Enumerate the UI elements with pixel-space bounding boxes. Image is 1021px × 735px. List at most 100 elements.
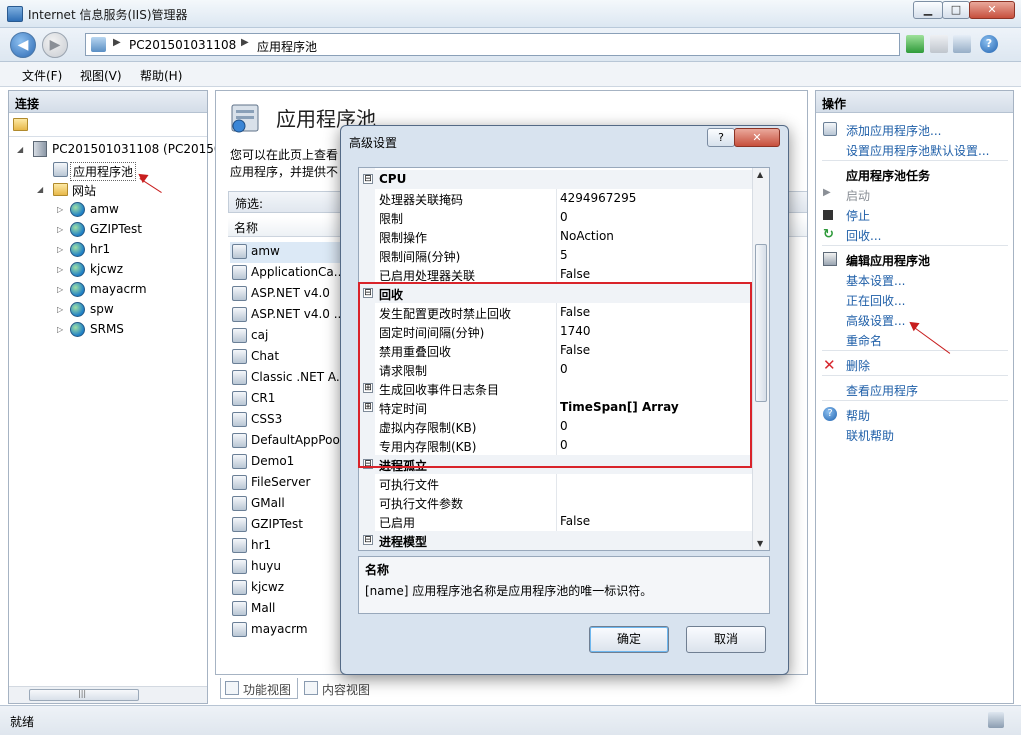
property-value[interactable]: 0 xyxy=(560,210,568,224)
dialog-help-button[interactable]: ? xyxy=(707,128,735,147)
scrollbar-thumb[interactable] xyxy=(755,244,767,402)
property-key: 已启用 xyxy=(379,516,416,530)
collapse-icon[interactable]: ⊟ xyxy=(363,535,373,545)
view-applications-link[interactable]: 查看应用程序 xyxy=(846,382,918,399)
pool-name: Demo1 xyxy=(251,454,295,468)
collapse-icon[interactable]: ⊟ xyxy=(363,174,373,184)
category-name: 进程模型 xyxy=(379,535,428,549)
tree-app-pools-node[interactable]: 应用程序池 xyxy=(70,162,137,181)
connect-icon[interactable] xyxy=(13,118,28,131)
start-link[interactable]: 启动 xyxy=(846,187,870,204)
help-icon[interactable]: ? xyxy=(980,35,998,53)
collapse-triangle-icon[interactable]: ◢ xyxy=(37,185,43,194)
property-category[interactable]: ⊟ 进程模型 xyxy=(359,531,753,550)
pool-name: GZIPTest xyxy=(251,517,303,531)
tab-content-view[interactable]: 内容视图 xyxy=(300,678,380,699)
property-row[interactable]: 可执行文件参数 xyxy=(359,493,753,512)
help-link[interactable]: 帮助 xyxy=(846,407,870,424)
ok-button[interactable]: 确定 xyxy=(589,626,669,653)
breadcrumb-pools[interactable]: 应用程序池 xyxy=(257,38,317,55)
property-row[interactable]: 已启用 False xyxy=(359,512,753,531)
iis-app-icon xyxy=(7,6,23,22)
property-value[interactable]: NoAction xyxy=(560,229,614,243)
minimize-button[interactable]: ▁ xyxy=(913,1,943,19)
column-divider xyxy=(556,493,557,512)
pool-name: GMall xyxy=(251,496,285,510)
rename-link[interactable]: 重命名 xyxy=(846,332,882,349)
expand-triangle-icon[interactable]: ▷ xyxy=(57,305,63,314)
property-category[interactable]: ⊟ CPU xyxy=(359,170,753,189)
refresh-icon[interactable] xyxy=(906,35,924,53)
expand-triangle-icon[interactable]: ▷ xyxy=(57,285,63,294)
recycle-link[interactable]: 回收... xyxy=(846,227,881,244)
help-icon: ? xyxy=(823,407,837,421)
advanced-settings-link[interactable]: 高级设置... xyxy=(846,312,905,329)
app-pool-icon xyxy=(232,265,247,280)
property-value[interactable]: False xyxy=(560,267,590,281)
list-item[interactable]: amw xyxy=(230,242,350,263)
breadcrumb-server[interactable]: PC201501031108 xyxy=(129,38,236,52)
column-name-label: 名称 xyxy=(234,221,259,235)
maximize-button[interactable]: □ xyxy=(942,1,970,19)
cancel-button[interactable]: 取消 xyxy=(686,626,766,653)
expand-triangle-icon[interactable]: ▷ xyxy=(57,325,63,334)
menu-view[interactable]: 视图(V) xyxy=(80,67,122,84)
breadcrumb[interactable]: ▶ PC201501031108 ▶ 应用程序池 xyxy=(85,33,900,56)
property-row[interactable]: 限制间隔(分钟) 5 xyxy=(359,246,753,265)
tree-server-node[interactable]: PC201501031108 (PC20150 xyxy=(52,142,222,156)
connections-horizontal-scrollbar[interactable]: ||| xyxy=(9,686,207,703)
add-app-pool-link[interactable]: 添加应用程序池... xyxy=(846,122,941,139)
menu-help[interactable]: 帮助(H) xyxy=(140,67,182,84)
pool-name: CR1 xyxy=(251,391,276,405)
window-title: Internet 信息服务(IIS)管理器 xyxy=(28,8,188,22)
basic-settings-link[interactable]: 基本设置... xyxy=(846,272,905,289)
property-key: 可执行文件参数 xyxy=(379,497,464,511)
tree-site-item[interactable]: amw xyxy=(90,202,119,216)
tree-site-item[interactable]: SRMS xyxy=(90,322,124,336)
expand-triangle-icon[interactable]: ▷ xyxy=(57,205,63,214)
tree-site-item[interactable]: mayacrm xyxy=(90,282,147,296)
column-divider xyxy=(556,208,557,227)
expand-triangle-icon[interactable]: ▷ xyxy=(57,265,63,274)
edit-pool-heading: 编辑应用程序池 xyxy=(846,254,931,268)
home-icon[interactable] xyxy=(953,35,971,53)
property-value[interactable]: 4294967295 xyxy=(560,191,636,205)
property-row[interactable]: 处理器关联掩码 4294967295 xyxy=(359,189,753,208)
forward-button[interactable]: ▶ xyxy=(42,32,68,58)
pool-name: DefaultAppPool xyxy=(251,433,344,447)
tree-site-item[interactable]: spw xyxy=(90,302,114,316)
tab-features-view[interactable]: 功能视图 xyxy=(220,678,298,699)
scroll-down-arrow-icon[interactable]: ▼ xyxy=(757,539,763,548)
expand-triangle-icon[interactable]: ▷ xyxy=(57,225,63,234)
tree-sites-node[interactable]: 网站 xyxy=(72,182,96,199)
property-row[interactable]: 可执行文件 xyxy=(359,474,753,493)
page-description: 您可以在此页上查看 应用程序，并提供不 xyxy=(230,147,338,181)
app-pool-icon xyxy=(232,580,247,595)
collapse-triangle-icon[interactable]: ◢ xyxy=(17,145,23,154)
property-row[interactable]: 限制 0 xyxy=(359,208,753,227)
app-pool-icon xyxy=(232,349,247,364)
set-pool-defaults-link[interactable]: 设置应用程序池默认设置... xyxy=(846,142,989,159)
recycling-settings-link[interactable]: 正在回收... xyxy=(846,292,905,309)
tree-site-item[interactable]: GZIPTest xyxy=(90,222,142,236)
divider xyxy=(822,375,1008,376)
scrollbar-thumb[interactable]: ||| xyxy=(29,689,139,701)
tree-site-item[interactable]: kjcwz xyxy=(90,262,123,276)
scroll-up-arrow-icon[interactable]: ▲ xyxy=(757,170,763,179)
property-value[interactable]: 5 xyxy=(560,248,568,262)
divider xyxy=(822,400,1008,401)
dialog-close-button[interactable]: ✕ xyxy=(734,128,780,147)
online-help-link[interactable]: 联机帮助 xyxy=(846,427,894,444)
property-grid-scrollbar[interactable]: ▲ ▼ xyxy=(752,168,769,550)
menu-file[interactable]: 文件(F) xyxy=(22,67,62,84)
property-row[interactable]: 限制操作 NoAction xyxy=(359,227,753,246)
tree-site-item[interactable]: hr1 xyxy=(90,242,110,256)
remove-link[interactable]: 删除 xyxy=(846,357,870,374)
back-button[interactable]: ◀ xyxy=(10,32,36,58)
app-pool-icon xyxy=(232,496,247,511)
stop-icon[interactable] xyxy=(930,35,948,53)
stop-link[interactable]: 停止 xyxy=(846,207,870,224)
property-value[interactable]: False xyxy=(560,514,590,528)
close-window-button[interactable]: ✕ xyxy=(969,1,1015,19)
expand-triangle-icon[interactable]: ▷ xyxy=(57,245,63,254)
